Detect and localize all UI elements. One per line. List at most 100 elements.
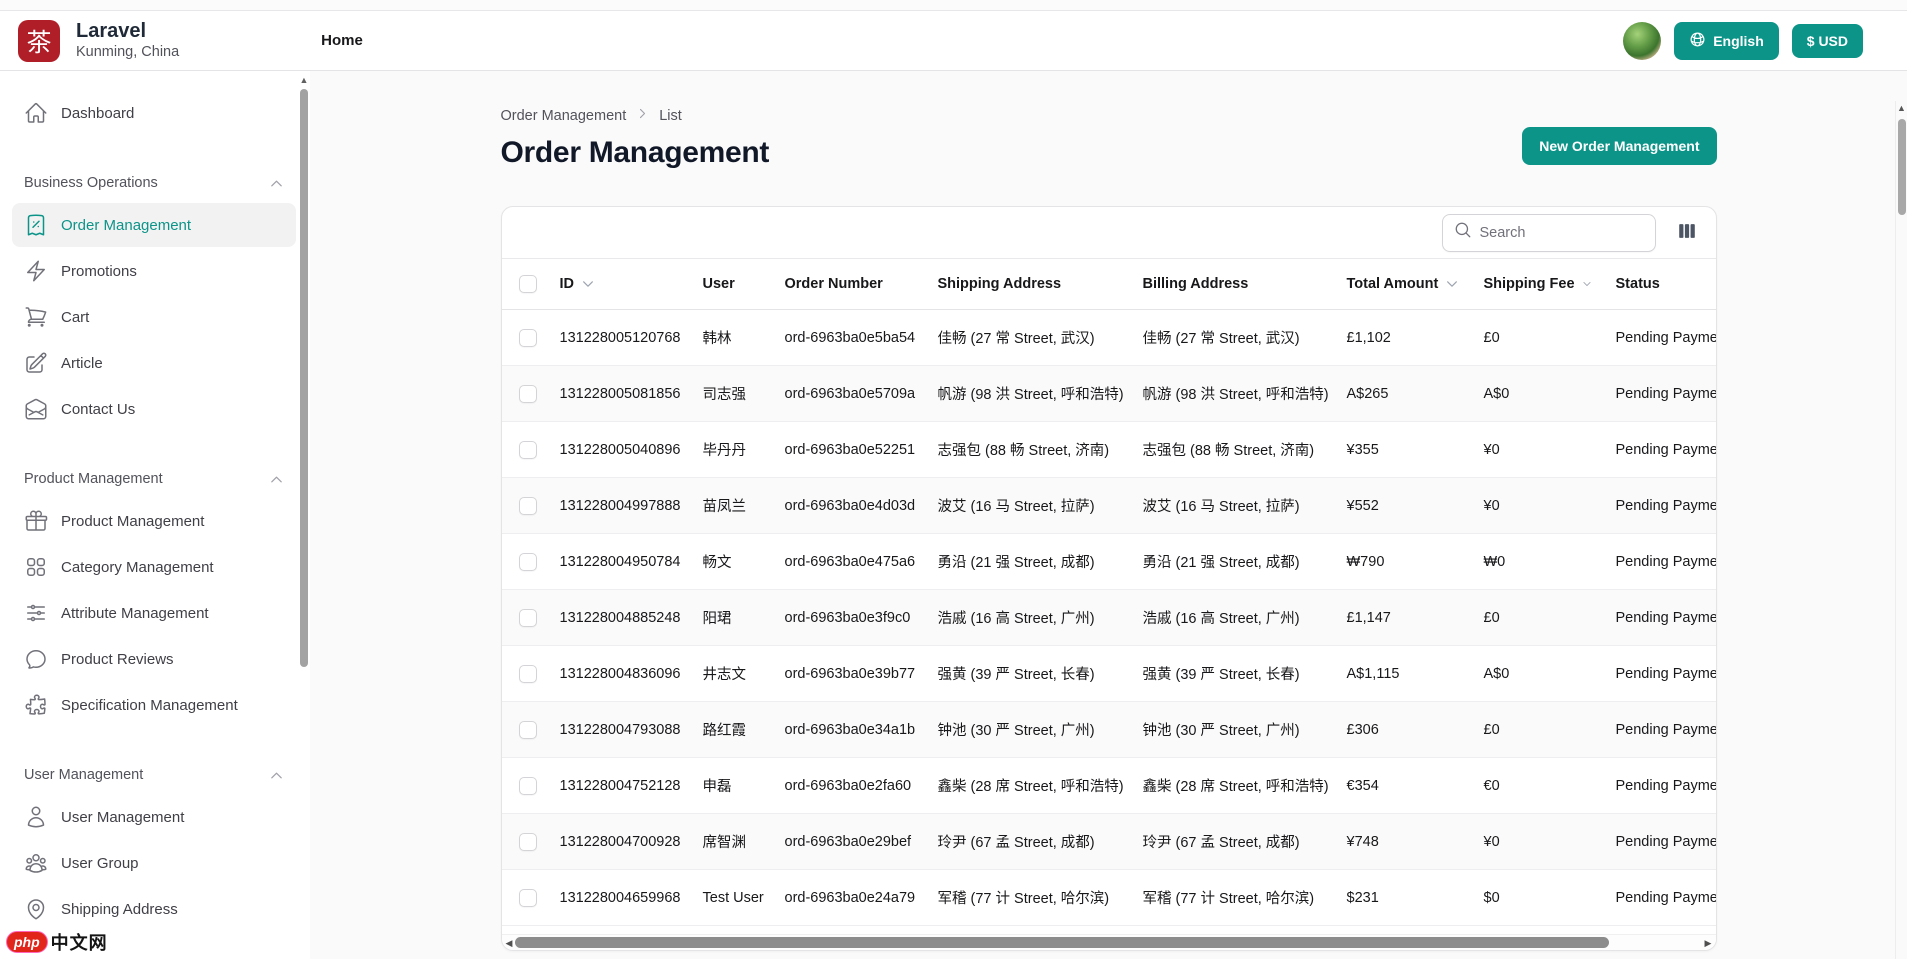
sidebar-group-user-management[interactable]: User Management — [24, 767, 284, 783]
sidebar-item-category-management[interactable]: Category Management — [12, 545, 296, 589]
new-order-button[interactable]: New Order Management — [1522, 127, 1716, 165]
row-checkbox[interactable] — [519, 777, 537, 795]
sidebar-item-label: Dashboard — [61, 105, 134, 122]
scroll-up-arrow-icon[interactable]: ▲ — [299, 75, 309, 85]
scroll-up-arrow-icon[interactable]: ▲ — [1896, 101, 1907, 115]
language-button[interactable]: English — [1674, 22, 1779, 60]
cell-total-amount: ¥355 — [1335, 422, 1472, 478]
cell-order-number: ord-6963ba0e39b77 — [773, 646, 926, 702]
column-header-id[interactable]: ID — [548, 259, 691, 310]
row-checkbox[interactable] — [519, 665, 537, 683]
cell-billing-address: 志强包 (88 畅 Street, 济南) — [1131, 422, 1335, 478]
sidebar-item-label: Product Reviews — [61, 651, 174, 668]
chevron-up-icon — [269, 472, 284, 487]
column-header-total-amount[interactable]: Total Amount — [1335, 259, 1472, 310]
sidebar-item-label: Order Management — [61, 217, 191, 234]
cell-order-number: ord-6963ba0e34a1b — [773, 702, 926, 758]
cell-user: Test User — [691, 870, 773, 926]
sidebar-item-order-management[interactable]: Order Management — [12, 203, 296, 247]
table-row[interactable]: 131228004885248阳珺ord-6963ba0e3f9c0浩戚 (16… — [502, 590, 1716, 646]
chevron-right-icon — [636, 107, 649, 120]
cell-total-amount: €354 — [1335, 758, 1472, 814]
cell-user: 毕丹丹 — [691, 422, 773, 478]
search-input[interactable] — [1480, 225, 1644, 241]
table-row[interactable]: 131228004950784畅文ord-6963ba0e475a6勇沿 (21… — [502, 534, 1716, 590]
cell-status: Pending Payment — [1604, 590, 1716, 646]
sidebar-item-promotions[interactable]: Promotions — [12, 249, 296, 293]
table-row[interactable]: 131228005081856司志强ord-6963ba0e5709a帆游 (9… — [502, 366, 1716, 422]
column-header-status: Status — [1604, 259, 1716, 310]
table-row[interactable]: 131228004997888苗凤兰ord-6963ba0e4d03d波艾 (1… — [502, 478, 1716, 534]
cell-status: Pending Payment — [1604, 366, 1716, 422]
sidebar-group-business-operations[interactable]: Business Operations — [24, 175, 284, 191]
row-checkbox[interactable] — [519, 441, 537, 459]
cell-shipping-fee: A$0 — [1472, 366, 1604, 422]
select-all-checkbox[interactable] — [519, 275, 537, 293]
sidebar-item-contact-us[interactable]: Contact Us — [12, 387, 296, 431]
row-checkbox[interactable] — [519, 609, 537, 627]
cell-order-number: ord-6963ba0e3f9c0 — [773, 590, 926, 646]
cell-id: 131228004700928 — [548, 814, 691, 870]
row-checkbox[interactable] — [519, 553, 537, 571]
cell-id: 131228005040896 — [548, 422, 691, 478]
row-checkbox[interactable] — [519, 721, 537, 739]
brand-logo-char: 茶 — [26, 23, 51, 59]
cell-id: 131228004836096 — [548, 646, 691, 702]
table-toolbar — [502, 207, 1716, 259]
table-row[interactable]: 131228004752128申磊ord-6963ba0e2fa60鑫柴 (28… — [502, 758, 1716, 814]
breadcrumb-list: List — [659, 108, 682, 124]
sidebar-item-label: Specification Management — [61, 697, 238, 714]
horizontal-scrollbar[interactable]: ◀ ▶ — [502, 934, 1716, 950]
table-row[interactable]: 131228004793088路红霞ord-6963ba0e34a1b钟池 (3… — [502, 702, 1716, 758]
sidebar-item-shipping-address[interactable]: Shipping Address — [12, 887, 296, 931]
breadcrumb-order-management[interactable]: Order Management — [501, 108, 627, 124]
sidebar-item-specification-management[interactable]: Specification Management — [12, 683, 296, 727]
page-vertical-scrollbar[interactable]: ▲ — [1895, 101, 1907, 959]
table-row[interactable]: 131228004659968Test Userord-6963ba0e24a7… — [502, 870, 1716, 926]
sidebar-item-product-reviews[interactable]: Product Reviews — [12, 637, 296, 681]
nav-home[interactable]: Home — [321, 32, 363, 49]
sidebar-scrollbar-thumb[interactable] — [300, 89, 308, 667]
table-row[interactable]: 131228004700928席智渊ord-6963ba0e29bef玲尹 (6… — [502, 814, 1716, 870]
sidebar-item-user-group[interactable]: User Group — [12, 841, 296, 885]
globe-icon — [1689, 31, 1706, 48]
scroll-left-arrow-icon[interactable]: ◀ — [505, 935, 514, 951]
cell-status: Pending Payment — [1604, 422, 1716, 478]
cell-status: Pending Payment — [1604, 310, 1716, 366]
horizontal-scrollbar-thumb[interactable] — [515, 937, 1610, 948]
sidebar-item-product-management[interactable]: Product Management — [12, 499, 296, 543]
sidebar-scrollbar[interactable]: ▲ — [299, 75, 309, 945]
scroll-right-arrow-icon[interactable]: ▶ — [1704, 935, 1713, 951]
sidebar-item-dashboard[interactable]: Dashboard — [12, 91, 296, 135]
cell-id: 131228004659968 — [548, 870, 691, 926]
cell-order-number: ord-6963ba0e29bef — [773, 814, 926, 870]
table-row[interactable]: 131228005040896毕丹丹ord-6963ba0e52251志强包 (… — [502, 422, 1716, 478]
avatar[interactable] — [1623, 22, 1661, 60]
row-checkbox[interactable] — [519, 833, 537, 851]
cell-id: 131228005081856 — [548, 366, 691, 422]
row-checkbox[interactable] — [519, 329, 537, 347]
column-toggle-button[interactable] — [1672, 216, 1702, 249]
sidebar-item-attribute-management[interactable]: Attribute Management — [12, 591, 296, 635]
cell-shipping-address: 强黄 (39 严 Street, 长春) — [926, 646, 1131, 702]
cell-id: 131228005120768 — [548, 310, 691, 366]
row-checkbox[interactable] — [519, 497, 537, 515]
sidebar-item-article[interactable]: Article — [12, 341, 296, 385]
cell-shipping-fee: £0 — [1472, 310, 1604, 366]
column-header-shipping-fee[interactable]: Shipping Fee — [1472, 259, 1604, 310]
sidebar-item-cart[interactable]: Cart — [12, 295, 296, 339]
sidebar-item-user-management[interactable]: User Management — [12, 795, 296, 839]
cell-user: 阳珺 — [691, 590, 773, 646]
cell-billing-address: 浩戚 (16 高 Street, 广州) — [1131, 590, 1335, 646]
row-checkbox[interactable] — [519, 385, 537, 403]
cell-billing-address: 玲尹 (67 孟 Street, 成都) — [1131, 814, 1335, 870]
page-scrollbar-thumb[interactable] — [1898, 119, 1906, 215]
cell-total-amount: £1,147 — [1335, 590, 1472, 646]
cell-billing-address: 帆游 (98 洪 Street, 呼和浩特) — [1131, 366, 1335, 422]
table-row[interactable]: 131228004836096井志文ord-6963ba0e39b77强黄 (3… — [502, 646, 1716, 702]
user-group-icon — [24, 851, 48, 875]
table-row[interactable]: 131228005120768韩林ord-6963ba0e5ba54佳畅 (27… — [502, 310, 1716, 366]
sidebar-group-product-management[interactable]: Product Management — [24, 471, 284, 487]
row-checkbox[interactable] — [519, 889, 537, 907]
currency-button[interactable]: $ USD — [1792, 24, 1863, 58]
